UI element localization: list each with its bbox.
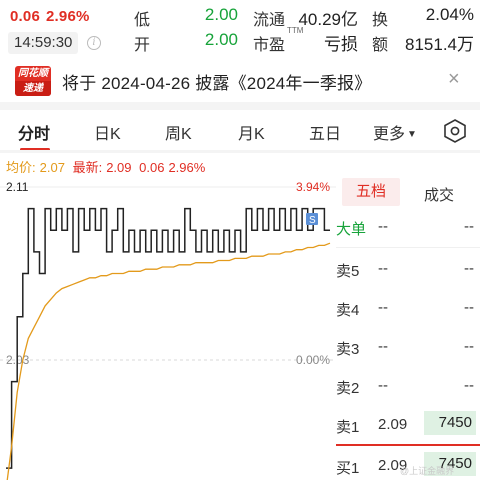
- row-label: 买1: [336, 460, 360, 477]
- latest-pct: 2.96%: [168, 160, 206, 175]
- info-icon[interactable]: i: [87, 36, 101, 50]
- row-volume: 7450: [424, 411, 476, 435]
- row-volume: --: [464, 377, 474, 394]
- order-row-sell5[interactable]: 卖5 -- --: [336, 250, 480, 288]
- news-logo: 同花顺 速递: [15, 66, 51, 96]
- tab-trades[interactable]: 成交: [424, 184, 454, 205]
- price-change: 0.06 2.96%: [10, 8, 90, 25]
- row-label: 卖4: [336, 302, 360, 319]
- open-value: 2.00: [204, 30, 238, 49]
- row-volume: --: [464, 299, 474, 316]
- watermark: @上证金融界: [400, 466, 455, 476]
- row-price: --: [378, 299, 388, 316]
- chart-summary: 均价: 2.07 最新: 2.09 0.06 2.96%: [6, 157, 209, 176]
- row-label: 卖5: [336, 263, 360, 280]
- tab-five-levels[interactable]: 五档: [342, 178, 400, 206]
- latest-label: 最新:: [72, 160, 103, 175]
- avg-label: 均价:: [6, 160, 36, 175]
- logo-line1: 同花顺: [18, 68, 48, 79]
- divider: [0, 150, 480, 153]
- latest-value: 2.09: [106, 160, 132, 175]
- latest-change: 0.06: [139, 160, 165, 175]
- row-label: 大单: [336, 221, 367, 238]
- pct-mid-label: 0.00%: [296, 353, 330, 367]
- amount-value: 8151.4万: [405, 35, 474, 54]
- partial-price-top: [0, 0, 70, 4]
- logo-line2: 速递: [15, 81, 51, 96]
- order-book-panel: 五档 成交 大单 -- -- 卖5 -- -- 卖4 -- -- 卖3 -- -…: [336, 175, 480, 480]
- low-label: 低: [134, 12, 151, 29]
- tab-weekly-k[interactable]: 周K: [165, 120, 192, 144]
- average-price-line: [6, 242, 331, 480]
- tab-five-day[interactable]: 五日: [309, 120, 341, 144]
- change-value: 0.06: [10, 8, 40, 25]
- sell-marker-label: S: [309, 215, 316, 226]
- tab-daily-k[interactable]: 日K: [94, 120, 121, 144]
- row-price: --: [378, 218, 388, 235]
- row-price: --: [378, 338, 388, 355]
- divider: [0, 102, 480, 110]
- intraday-chart[interactable]: 2.11 3.94% 2.03 0.00% S: [0, 175, 336, 480]
- row-volume: --: [464, 218, 474, 235]
- float-label: 流通: [253, 12, 286, 29]
- row-label: 卖1: [336, 419, 360, 436]
- tab-intraday[interactable]: 分时: [18, 120, 50, 144]
- turnover-label: 换: [372, 12, 389, 29]
- order-row-sell4[interactable]: 卖4 -- --: [336, 289, 480, 327]
- tab-monthly-k[interactable]: 月K: [238, 120, 265, 144]
- quote-time: 14:59:30: [8, 32, 79, 54]
- announcement-text[interactable]: 将于 2024-04-26 披露《2024年一季报》: [62, 69, 371, 94]
- chart-tabs: 分时 日K 周K 月K 五日 更多 ▼: [0, 114, 480, 151]
- order-row-sell1[interactable]: 卖1 2.09 7450: [336, 406, 480, 444]
- bid-ask-divider: [336, 444, 480, 446]
- price-line: [6, 207, 330, 469]
- change-pct: 2.96%: [46, 8, 90, 25]
- tab-more-label: 更多: [373, 126, 406, 143]
- settings-hexagon-icon[interactable]: [442, 118, 468, 144]
- row-label: 卖3: [336, 341, 360, 358]
- quote-header: 0.06 2.96% 14:59:30 i 低 2.00 开 2.00 流通 40…: [0, 0, 480, 58]
- tab-more[interactable]: 更多 ▼: [373, 120, 417, 144]
- low-value: 2.00: [204, 5, 238, 24]
- open-label: 开: [134, 37, 151, 54]
- divider: [336, 247, 480, 248]
- turnover-value: 2.04%: [425, 5, 474, 24]
- avg-value: 2.07: [39, 160, 65, 175]
- row-volume: --: [464, 338, 474, 355]
- row-volume: --: [464, 260, 474, 277]
- announcement-banner[interactable]: 同花顺 速递 将于 2024-04-26 披露《2024年一季报》 ×: [0, 60, 480, 100]
- pct-top-label: 3.94%: [296, 180, 330, 194]
- row-price: 2.09: [378, 416, 408, 433]
- order-row-sell2[interactable]: 卖2 -- --: [336, 367, 480, 405]
- pe-label: 市盈: [253, 37, 286, 54]
- y-top-label: 2.11: [6, 180, 29, 194]
- pe-value: 亏损: [324, 35, 358, 54]
- order-row-sell3[interactable]: 卖3 -- --: [336, 328, 480, 366]
- row-price: --: [378, 377, 388, 394]
- caret-down-icon: ▼: [407, 129, 417, 140]
- amount-label: 额: [372, 37, 389, 54]
- row-price: --: [378, 260, 388, 277]
- row-label: 卖2: [336, 380, 360, 397]
- close-icon[interactable]: ×: [448, 69, 460, 89]
- order-row-big[interactable]: 大单 -- --: [336, 208, 480, 246]
